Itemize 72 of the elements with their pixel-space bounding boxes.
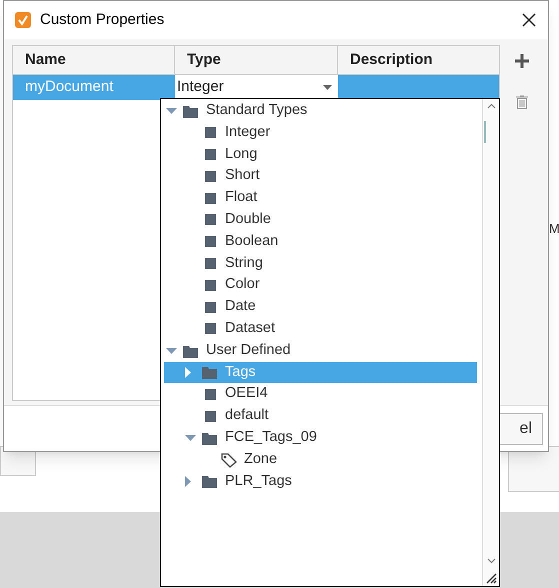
tree-item[interactable]: Long bbox=[164, 144, 477, 166]
tree-item-label: Color bbox=[225, 275, 260, 294]
scroll-down-icon[interactable] bbox=[486, 558, 496, 564]
tree-item-label: FCE_Tags_09 bbox=[225, 428, 317, 447]
tree-item[interactable]: Color bbox=[164, 274, 477, 296]
square-icon bbox=[205, 388, 216, 400]
tree-item[interactable]: String bbox=[164, 252, 477, 274]
square-icon bbox=[205, 214, 216, 226]
type-dropdown-field[interactable]: Integer bbox=[175, 75, 338, 100]
tree-item-label: String bbox=[225, 254, 263, 273]
tree-item-label: User Defined bbox=[206, 340, 291, 360]
tree-item[interactable]: Boolean bbox=[164, 230, 477, 253]
column-header[interactable]: Name bbox=[13, 46, 175, 74]
tree-item-label: default bbox=[225, 406, 269, 426]
column-header[interactable]: Description bbox=[338, 46, 499, 74]
tree-item-label: Date bbox=[225, 297, 256, 316]
tree-item[interactable]: Short bbox=[164, 165, 477, 188]
tree-item-label: Tags bbox=[225, 362, 256, 382]
square-icon bbox=[205, 236, 216, 248]
app-icon bbox=[15, 12, 31, 28]
tree-item[interactable]: PLR_Tags bbox=[164, 470, 477, 492]
tree-item-label: Boolean bbox=[225, 232, 278, 251]
collapse-icon[interactable] bbox=[185, 434, 196, 441]
tree-item[interactable]: Double bbox=[164, 208, 477, 231]
tag-icon bbox=[220, 452, 238, 468]
caret-icon bbox=[323, 85, 332, 90]
window-title: Custom Properties bbox=[40, 10, 164, 30]
square-icon bbox=[205, 323, 216, 334]
square-icon bbox=[205, 192, 216, 204]
tree-item-label: Standard Types bbox=[206, 101, 308, 120]
tree-item[interactable]: FCE_Tags_09 bbox=[164, 426, 477, 449]
tree-item-label: Long bbox=[225, 144, 258, 164]
column-header[interactable]: Type bbox=[175, 46, 338, 74]
collapse-icon[interactable] bbox=[166, 108, 177, 114]
table-row[interactable]: myDocument Integer bbox=[13, 75, 499, 100]
tree-item[interactable]: Standard Types bbox=[164, 100, 477, 122]
square-icon bbox=[205, 148, 216, 160]
resize-grip-icon[interactable] bbox=[485, 572, 497, 584]
tree-item-label: Double bbox=[225, 210, 271, 229]
expand-icon[interactable] bbox=[185, 366, 191, 378]
close-icon[interactable] bbox=[522, 13, 536, 27]
scrollbar-thumb[interactable] bbox=[484, 121, 486, 143]
square-icon bbox=[205, 127, 216, 138]
tree-item[interactable]: Date bbox=[164, 296, 477, 318]
tree-item-label: Dataset bbox=[225, 318, 275, 338]
tree-item[interactable]: Integer bbox=[164, 122, 477, 144]
square-icon bbox=[205, 280, 216, 291]
square-icon bbox=[205, 302, 216, 313]
tree-item-label: Zone bbox=[244, 450, 278, 469]
folder-icon bbox=[201, 473, 219, 490]
folder-icon bbox=[201, 364, 219, 380]
tree-item-label: OEEI4 bbox=[225, 384, 268, 404]
square-icon bbox=[205, 410, 216, 422]
square-icon bbox=[205, 258, 216, 269]
scroll-up-icon[interactable] bbox=[486, 103, 496, 109]
expand-icon[interactable] bbox=[185, 476, 191, 487]
tree-item-label: Float bbox=[225, 188, 258, 208]
tree-item[interactable]: default bbox=[164, 405, 477, 427]
tree-item[interactable]: OEEI4 bbox=[164, 383, 477, 406]
tree-item-label: PLR_Tags bbox=[225, 472, 292, 491]
add-icon[interactable] bbox=[514, 53, 530, 69]
tree-item-label: Short bbox=[225, 166, 260, 186]
delete-icon[interactable] bbox=[516, 95, 528, 109]
square-icon bbox=[205, 170, 216, 182]
tree-item[interactable]: User Defined bbox=[164, 340, 477, 362]
table-cell-text: myDocument bbox=[24, 77, 114, 98]
tree-item-label: Integer bbox=[225, 122, 270, 142]
tree-item[interactable]: Zone bbox=[164, 448, 477, 471]
collapse-icon[interactable] bbox=[166, 348, 177, 354]
tree-item[interactable]: Float bbox=[164, 187, 477, 209]
background-text: M bbox=[549, 220, 559, 238]
tree-item[interactable]: Dataset bbox=[164, 318, 477, 340]
